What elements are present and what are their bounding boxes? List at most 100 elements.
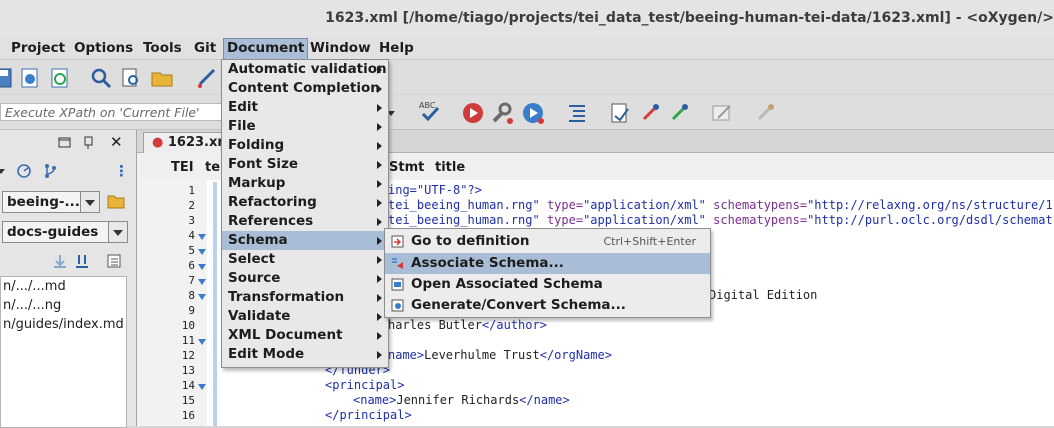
run-transformation-icon[interactable]: [461, 101, 485, 125]
line-number: 14: [181, 379, 195, 392]
fold-toggle-icon[interactable]: [198, 339, 206, 345]
find-in-files-icon[interactable]: [120, 66, 144, 90]
close-panel-icon[interactable]: ✕: [110, 133, 123, 151]
branch-combo[interactable]: docs-guides: [2, 221, 128, 243]
submenu-arrow-icon: [377, 161, 382, 169]
menu-options[interactable]: Options: [74, 40, 133, 56]
spell-check-icon[interactable]: ABC: [418, 99, 442, 123]
open-associated-schema-item[interactable]: Open Associated Schema: [385, 274, 710, 295]
fold-toggle-icon[interactable]: [198, 279, 206, 285]
breadcrumb-item[interactable]: te: [205, 160, 220, 175]
code-line-15[interactable]: <name>Jennifer Richards</name>: [353, 393, 570, 407]
git-branch-icon[interactable]: [42, 163, 58, 179]
menu-item-content-completion[interactable]: Content Completion: [222, 79, 388, 98]
configure-transformation-icon[interactable]: [490, 101, 514, 125]
code-line-2[interactable]: tei_beeing_human.rng" type="application/…: [388, 198, 1054, 212]
menu-item-automatic-validation[interactable]: Automatic validation: [222, 60, 388, 79]
menu-bar: Project Options Tools Git Document Windo…: [0, 37, 1054, 60]
menu-item-xml-document[interactable]: XML Document: [222, 326, 388, 345]
fold-toggle-icon[interactable]: [198, 294, 206, 300]
stage-selected-icon[interactable]: [52, 253, 68, 269]
save-icon[interactable]: [0, 66, 16, 90]
line-number: 9: [188, 304, 195, 317]
code-line-1[interactable]: ing="UTF-8"?>: [388, 183, 482, 197]
list-item[interactable]: n/guides/index.md: [3, 317, 124, 332]
fold-toggle-icon[interactable]: [198, 234, 206, 240]
menu-project[interactable]: Project: [11, 40, 65, 56]
line-number: 15: [181, 394, 195, 407]
go-to-definition-icon: [391, 235, 404, 248]
add-pin-icon[interactable]: [638, 101, 662, 125]
browse-folder-icon[interactable]: [107, 193, 125, 209]
code-line-10[interactable]: harles Butler</author>: [388, 318, 547, 332]
code-line-16[interactable]: </principal>: [325, 408, 412, 422]
restore-panel-icon[interactable]: [58, 137, 72, 149]
menu-item-refactoring[interactable]: Refactoring: [222, 193, 388, 212]
menu-item-references[interactable]: References: [222, 212, 388, 231]
menu-item-transformation[interactable]: Transformation: [222, 288, 388, 307]
edit-attributes-icon[interactable]: [710, 101, 734, 125]
title-bar: 1623.xml [/home/tiago/projects/tei_data_…: [0, 0, 1054, 37]
fold-toggle-icon[interactable]: [198, 384, 206, 390]
line-number: 6: [188, 259, 195, 272]
code-line-12[interactable]: name>Leverhulme Trust</orgName>: [388, 348, 612, 362]
disabled-pin-icon: [757, 104, 774, 121]
line-number: 16: [181, 409, 195, 422]
format-indent-icon[interactable]: [565, 101, 589, 125]
git-sync-icon[interactable]: [16, 163, 32, 179]
save-web-icon[interactable]: [18, 66, 42, 90]
xpath-input[interactable]: Execute XPath on 'Current File': [0, 103, 222, 121]
open-folder-icon[interactable]: [150, 66, 174, 90]
menu-item-file[interactable]: File: [222, 117, 388, 136]
pin-arrow-icon[interactable]: [194, 66, 218, 90]
code-line-8[interactable]: Digital Edition: [709, 288, 817, 302]
reload-icon[interactable]: [48, 66, 72, 90]
menu-item-font-size[interactable]: Font Size: [222, 155, 388, 174]
menu-item-validate[interactable]: Validate: [222, 307, 388, 326]
breadcrumb-item[interactable]: Stmt: [389, 160, 424, 175]
list-item[interactable]: n/.../...ng: [3, 298, 61, 313]
line-number: 7: [188, 274, 195, 287]
combo-arrow-icon[interactable]: [80, 192, 99, 212]
fold-toggle-icon[interactable]: [198, 264, 206, 270]
menu-item-schema[interactable]: Schema: [222, 231, 388, 250]
menu-tools[interactable]: Tools: [143, 40, 182, 56]
menu-window[interactable]: Window: [310, 40, 371, 56]
add-green-pin-icon[interactable]: [667, 101, 691, 125]
branch-combo-value: docs-guides: [7, 224, 99, 240]
generate-convert-schema-item[interactable]: Generate/Convert Schema...: [385, 295, 710, 316]
menu-item-edit[interactable]: Edit: [222, 98, 388, 117]
debug-icon[interactable]: [521, 101, 545, 125]
associate-schema-item[interactable]: Associate Schema...: [385, 253, 710, 274]
pin-panel-icon[interactable]: [82, 136, 96, 150]
stage-all-icon[interactable]: [74, 253, 90, 269]
code-line-14[interactable]: <principal>: [325, 378, 404, 392]
fold-toggle-icon[interactable]: [198, 249, 206, 255]
find-icon[interactable]: [89, 66, 113, 90]
submenu-arrow-icon: [377, 218, 382, 226]
tree-view-icon[interactable]: [106, 253, 122, 269]
menu-document[interactable]: Document: [223, 38, 309, 60]
menu-item-edit-mode[interactable]: Edit Mode: [222, 345, 388, 364]
main-toolbar: [0, 60, 1054, 94]
line-number: 5: [188, 244, 195, 257]
more-options-icon[interactable]: ⋮: [114, 162, 129, 180]
submenu-arrow-icon: [377, 180, 382, 188]
validate-document-icon[interactable]: [608, 101, 632, 125]
menu-item-source[interactable]: Source: [222, 269, 388, 288]
code-line-3[interactable]: tei_beeing_human.rng" type="application/…: [388, 213, 1054, 227]
go-to-definition-item[interactable]: Go to definition Ctrl+Shift+Enter: [385, 231, 710, 252]
list-item[interactable]: n/.../...md: [3, 279, 66, 294]
combo-arrow-icon[interactable]: [108, 222, 127, 242]
breadcrumb-item[interactable]: title: [435, 160, 465, 175]
menu-help[interactable]: Help: [379, 40, 414, 56]
line-number: 3: [188, 214, 195, 227]
repository-combo[interactable]: beeing-...: [2, 191, 100, 213]
svg-text:ABC: ABC: [419, 101, 436, 110]
menu-git[interactable]: Git: [194, 40, 216, 56]
menu-item-folding[interactable]: Folding: [222, 136, 388, 155]
breadcrumb-item[interactable]: TEI: [171, 160, 194, 175]
menu-item-select[interactable]: Select: [222, 250, 388, 269]
menu-item-markup[interactable]: Markup: [222, 174, 388, 193]
panel-dropdown-icon[interactable]: [0, 166, 6, 176]
